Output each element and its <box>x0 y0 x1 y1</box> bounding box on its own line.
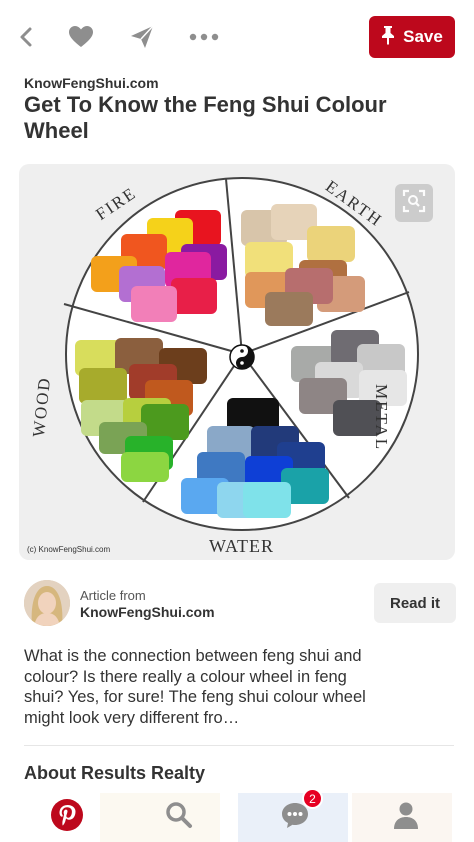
pin-image[interactable]: FIRE EARTH METAL WOOD WATER (c) KnowFeng… <box>19 164 455 560</box>
article-source-row: Article from KnowFengShui.com Read it <box>24 578 456 628</box>
section-title: About Results Realty <box>24 763 206 783</box>
home-tab[interactable] <box>47 797 87 837</box>
label-water: WATER <box>209 536 274 556</box>
chevron-left-icon[interactable] <box>12 22 42 52</box>
visual-search-button[interactable] <box>395 184 433 222</box>
read-it-button[interactable]: Read it <box>374 583 456 623</box>
article-from-label: Article from <box>80 588 146 603</box>
image-credit: (c) KnowFengShui.com <box>27 545 111 554</box>
article-site-name[interactable]: KnowFengShui.com <box>80 604 215 620</box>
ellipsis-icon[interactable] <box>189 22 219 52</box>
pin-source[interactable]: KnowFengShui.com <box>24 75 159 91</box>
save-label: Save <box>403 27 443 46</box>
heart-icon[interactable] <box>66 22 96 52</box>
visual-search-icon <box>402 189 426 218</box>
save-button[interactable]: Save <box>369 16 455 58</box>
pinterest-logo-icon <box>50 798 84 837</box>
bottom-nav: 2 <box>0 788 474 842</box>
top-toolbar: Save <box>0 0 474 72</box>
search-tab[interactable] <box>159 797 199 837</box>
pushpin-icon <box>381 25 395 50</box>
notification-badge: 2 <box>302 788 323 809</box>
divider <box>24 745 454 746</box>
person-icon <box>391 800 421 835</box>
search-icon <box>164 800 194 835</box>
label-metal: METAL <box>372 384 391 452</box>
colour-wheel-graphic <box>63 177 419 531</box>
pin-description: What is the connection between feng shui… <box>24 647 366 727</box>
profile-tab[interactable] <box>386 797 426 837</box>
avatar[interactable] <box>24 580 70 626</box>
pin-title: Get To Know the Feng Shui Colour Wheel <box>24 92 387 143</box>
paper-plane-icon[interactable] <box>127 22 157 52</box>
